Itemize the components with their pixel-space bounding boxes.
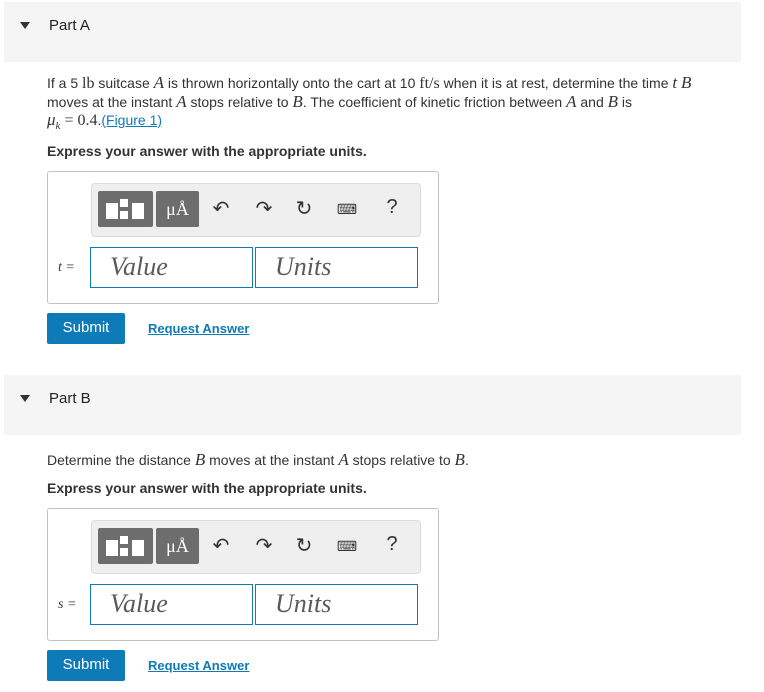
collapse-caret-icon[interactable] [20, 395, 30, 402]
units-input[interactable]: Units [255, 247, 418, 288]
value-input[interactable]: Value [90, 247, 253, 288]
submit-button[interactable]: Submit [47, 650, 125, 681]
math-toolbar: μÅ ↶ ↷ ↻ ⌨ ? [91, 520, 421, 574]
value-input[interactable]: Value [90, 584, 253, 625]
redo-arrow-icon[interactable]: ↷ [252, 197, 276, 221]
figure-1-link[interactable]: (Figure 1) [101, 112, 162, 128]
redo-arrow-icon[interactable]: ↷ [252, 534, 276, 558]
collapse-caret-icon[interactable] [20, 22, 30, 29]
request-answer-link[interactable]: Request Answer [148, 658, 249, 673]
part-a-header[interactable]: Part A [4, 2, 741, 62]
reset-icon[interactable]: ↻ [292, 534, 316, 558]
part-b-header[interactable]: Part B [4, 375, 741, 435]
undo-arrow-icon[interactable]: ↶ [209, 534, 233, 558]
part-a-problem-text: If a 5 lb suitcase A is thrown horizonta… [47, 73, 692, 132]
part-a-answer-box: μÅ ↶ ↷ ↻ ⌨ ? t = Value Units [47, 171, 439, 304]
part-b-problem-text: Determine the distance B moves at the in… [47, 450, 469, 469]
keyboard-icon[interactable]: ⌨ [335, 197, 359, 221]
keyboard-icon[interactable]: ⌨ [335, 534, 359, 558]
variable-label-s: s = [58, 597, 77, 612]
help-icon[interactable]: ? [382, 533, 402, 559]
reset-icon[interactable]: ↻ [292, 197, 316, 221]
help-icon[interactable]: ? [382, 196, 402, 222]
fraction-template-button[interactable] [98, 191, 153, 227]
part-b-title: Part B [49, 390, 91, 407]
part-a-instruction: Express your answer with the appropriate… [47, 143, 367, 159]
math-toolbar: μÅ ↶ ↷ ↻ ⌨ ? [91, 183, 421, 237]
part-b-instruction: Express your answer with the appropriate… [47, 480, 367, 496]
units-input[interactable]: Units [255, 584, 418, 625]
fraction-template-icon [106, 540, 118, 556]
part-b-answer-box: μÅ ↶ ↷ ↻ ⌨ ? s = Value Units [47, 508, 439, 641]
units-button[interactable]: μÅ [156, 528, 199, 564]
part-a-title: Part A [49, 17, 90, 34]
fraction-template-button[interactable] [98, 528, 153, 564]
request-answer-link[interactable]: Request Answer [148, 321, 249, 336]
submit-button[interactable]: Submit [47, 313, 125, 344]
units-button[interactable]: μÅ [156, 191, 199, 227]
variable-label-t: t = [58, 260, 75, 275]
fraction-template-icon [106, 203, 118, 219]
undo-arrow-icon[interactable]: ↶ [209, 197, 233, 221]
